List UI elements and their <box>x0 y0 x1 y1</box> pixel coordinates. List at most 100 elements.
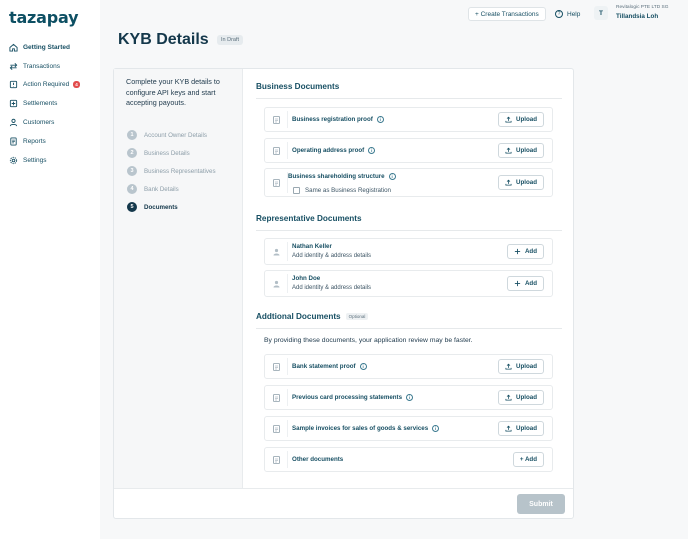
help-button[interactable]: ? Help <box>555 7 580 21</box>
step-bank-details[interactable]: 4 Bank Details <box>127 180 216 198</box>
sidebar-item-label: Settings <box>23 156 47 164</box>
add-button[interactable]: Add <box>506 276 544 291</box>
intro-text: Complete your KYB details to configure A… <box>126 77 220 107</box>
step-label: Business Details <box>144 149 190 157</box>
add-label: Add <box>524 280 537 287</box>
avatar[interactable]: T <box>594 6 608 20</box>
card-footer: Submit <box>114 488 573 519</box>
representative-documents-title: Representative Documents <box>256 214 362 223</box>
customers-icon <box>9 118 18 127</box>
user-name[interactable]: Tillandsia Loh <box>616 13 658 20</box>
action-required-icon <box>9 80 18 89</box>
row-separator <box>287 142 288 159</box>
row-separator <box>287 242 288 261</box>
step-label: Account Owner Details <box>144 131 207 139</box>
sidebar-item-label: Reports <box>23 137 46 145</box>
sidebar-item-transactions[interactable]: Transactions <box>0 57 100 76</box>
upload-button[interactable]: Upload <box>498 175 544 190</box>
upload-icon <box>505 425 512 432</box>
step-number: 3 <box>127 166 137 176</box>
doc-row-operating-address: Operating address proof i Upload <box>264 138 553 163</box>
sidebar-item-label: Customers <box>23 119 55 127</box>
transactions-icon <box>9 62 18 71</box>
reports-icon <box>9 137 18 146</box>
info-icon[interactable]: i <box>359 363 367 370</box>
document-icon <box>273 456 280 464</box>
sidebar-item-customers[interactable]: Customers <box>0 113 100 132</box>
doc-label: Other documents <box>292 456 344 463</box>
rep-row-john-doe: John Doe Add identity & address details … <box>264 270 553 297</box>
row-separator <box>287 111 288 128</box>
sidebar-item-label: Settlements <box>23 100 58 108</box>
doc-row-shareholding-structure: Business shareholding structure i Same as… <box>264 168 553 197</box>
upload-button[interactable]: Upload <box>498 421 544 436</box>
info-icon[interactable]: i <box>368 147 376 154</box>
doc-row-business-registration: Business registration proof i Upload <box>264 107 553 132</box>
checkbox[interactable] <box>293 187 300 194</box>
sidebar-item-settlements[interactable]: Settlements <box>0 94 100 113</box>
step-number: 5 <box>127 202 137 212</box>
upload-button[interactable]: Upload <box>498 143 544 158</box>
document-icon <box>273 425 280 433</box>
same-as-registration-checkbox[interactable]: Same as Business Registration <box>293 187 391 194</box>
upload-icon <box>505 394 512 401</box>
doc-row-other-documents: Other documents + Add <box>264 447 553 472</box>
rep-name: Nathan Keller <box>292 243 332 250</box>
step-business-details[interactable]: 2 Business Details <box>127 144 216 162</box>
doc-label: Business registration proof i <box>292 116 384 123</box>
add-button[interactable]: Add <box>506 244 544 259</box>
upload-button[interactable]: Upload <box>498 359 544 374</box>
step-documents[interactable]: 5 Documents <box>127 198 216 216</box>
help-label: Help <box>567 10 581 18</box>
doc-label: Business shareholding structure i <box>288 173 396 180</box>
doc-label: Bank statement proof i <box>292 363 367 370</box>
upload-label: Upload <box>516 116 537 123</box>
org-name: Revitalogic PTE LTD SG <box>616 5 669 10</box>
additional-documents-title: Addtional Documents Optional <box>256 312 369 321</box>
upload-icon <box>505 179 512 186</box>
tazapay-logo[interactable]: tazapay <box>9 8 79 27</box>
info-icon[interactable]: i <box>376 116 384 123</box>
documents-panel: Business Documents Business registration… <box>244 69 574 488</box>
step-number: 4 <box>127 184 137 194</box>
section-title-text: Addtional Documents <box>256 312 341 321</box>
document-icon <box>273 363 280 371</box>
upload-icon <box>505 147 512 154</box>
kyb-card: Complete your KYB details to configure A… <box>113 68 574 519</box>
document-icon <box>273 394 280 402</box>
step-label: Documents <box>144 203 178 211</box>
sidebar-item-reports[interactable]: Reports <box>0 132 100 151</box>
plus-icon <box>514 248 521 255</box>
sidebar-item-getting-started[interactable]: Getting Started <box>0 38 100 57</box>
info-icon[interactable]: i <box>406 394 414 401</box>
sidebar: tazapay Getting Started Transactions Act… <box>0 0 100 539</box>
plus-icon <box>514 280 521 287</box>
person-icon <box>273 248 280 256</box>
checkbox-label: Same as Business Registration <box>305 187 391 194</box>
document-icon <box>273 116 280 124</box>
person-icon <box>273 280 280 288</box>
doc-label-text: Operating address proof <box>292 147 365 154</box>
step-number: 2 <box>127 148 137 158</box>
upload-button[interactable]: Upload <box>498 112 544 127</box>
doc-label-text: Bank statement proof <box>292 363 356 370</box>
upload-button[interactable]: Upload <box>498 390 544 405</box>
step-business-representatives[interactable]: 3 Business Representatives <box>127 162 216 180</box>
add-button[interactable]: + Add <box>512 452 544 467</box>
sidebar-item-settings[interactable]: Settings <box>0 151 100 170</box>
info-icon[interactable]: i <box>432 425 440 432</box>
submit-button[interactable]: Submit <box>517 494 565 514</box>
doc-label-text: Previous card processing statements <box>292 394 403 401</box>
info-icon[interactable]: i <box>388 173 396 180</box>
status-badge: In Draft <box>217 35 244 45</box>
doc-row-sample-invoices: Sample invoices for sales of goods & ser… <box>264 416 553 441</box>
step-account-owner-details[interactable]: 1 Account Owner Details <box>127 126 216 144</box>
upload-label: Upload <box>516 147 537 154</box>
sidebar-item-action-required[interactable]: Action Required 4 <box>0 76 100 95</box>
home-icon <box>9 43 18 52</box>
steps-panel: Complete your KYB details to configure A… <box>114 69 243 488</box>
doc-label: Previous card processing statements i <box>292 394 414 401</box>
doc-label-text: Business shareholding structure <box>288 173 385 180</box>
add-label: Add <box>524 248 537 255</box>
create-transactions-button[interactable]: + Create Transactions <box>468 7 546 21</box>
